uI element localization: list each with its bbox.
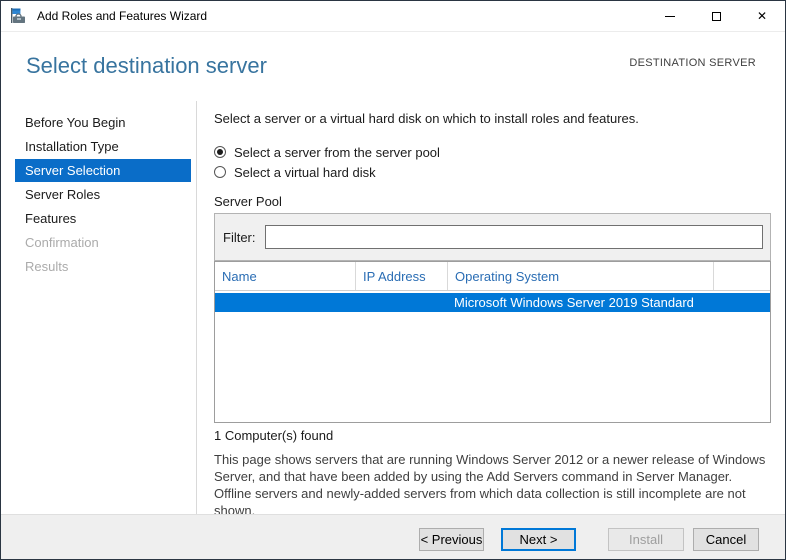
sidebar-item-confirmation: Confirmation — [15, 231, 191, 254]
column-header-ip-address[interactable]: IP Address — [355, 262, 447, 290]
sidebar-item-installation-type[interactable]: Installation Type — [15, 135, 191, 158]
cancel-button[interactable]: Cancel — [693, 528, 759, 551]
wizard-window: Add Roles and Features Wizard ✕ Select d… — [0, 0, 786, 560]
maximize-icon — [712, 12, 721, 21]
page-title: Select destination server — [26, 53, 267, 79]
footer-bar: < Previous Next > Install Cancel — [1, 514, 785, 559]
column-header-operating-system[interactable]: Operating System — [447, 262, 713, 290]
window-controls: ✕ — [647, 1, 785, 31]
radio-server-pool-label: Select a server from the server pool — [234, 145, 440, 160]
next-button[interactable]: Next > — [501, 528, 576, 551]
server-manager-icon — [10, 8, 28, 24]
server-pool-table: Name IP Address Operating System Microso… — [214, 261, 771, 423]
instruction-text: Select a server or a virtual hard disk o… — [214, 111, 771, 126]
previous-button[interactable]: < Previous — [419, 528, 484, 551]
filter-label: Filter: — [223, 230, 256, 245]
title-bar: Add Roles and Features Wizard ✕ — [1, 1, 785, 32]
sidebar-item-server-roles[interactable]: Server Roles — [15, 183, 191, 206]
radio-unselected-icon — [214, 166, 226, 178]
row-cell-os: Microsoft Windows Server 2019 Standard — [447, 295, 747, 310]
filter-input[interactable] — [265, 225, 764, 249]
table-header-row: Name IP Address Operating System — [215, 262, 770, 291]
sidebar-item-features[interactable]: Features — [15, 207, 191, 230]
main-content: Select a server or a virtual hard disk o… — [214, 101, 771, 532]
sidebar-item-results: Results — [15, 255, 191, 278]
install-button: Install — [608, 528, 684, 551]
destination-server-label: DESTINATION SERVER — [629, 57, 756, 69]
table-row[interactable]: Microsoft Windows Server 2019 Standard — [215, 293, 770, 312]
column-header-name[interactable]: Name — [215, 262, 355, 290]
close-button[interactable]: ✕ — [739, 1, 785, 31]
server-pool-heading: Server Pool — [214, 194, 771, 209]
filter-panel: Filter: — [214, 213, 771, 261]
wizard-steps-sidebar: Before You Begin Installation Type Serve… — [1, 101, 197, 514]
maximize-button[interactable] — [693, 1, 739, 31]
column-header-extra — [713, 262, 770, 290]
radio-select-vhd[interactable]: Select a virtual hard disk — [214, 162, 771, 182]
close-icon: ✕ — [757, 10, 767, 22]
radio-selected-icon — [214, 146, 226, 158]
window-title: Add Roles and Features Wizard — [37, 9, 207, 23]
radio-select-server-pool[interactable]: Select a server from the server pool — [214, 142, 771, 162]
destination-radio-group: Select a server from the server pool Sel… — [214, 142, 771, 182]
page-description: This page shows servers that are running… — [214, 451, 771, 519]
sidebar-item-server-selection[interactable]: Server Selection — [15, 159, 191, 182]
computers-found-count: 1 Computer(s) found — [214, 428, 771, 443]
radio-vhd-label: Select a virtual hard disk — [234, 165, 376, 180]
minimize-button[interactable] — [647, 1, 693, 31]
minimize-icon — [665, 16, 675, 17]
sidebar-item-before-you-begin[interactable]: Before You Begin — [15, 111, 191, 134]
